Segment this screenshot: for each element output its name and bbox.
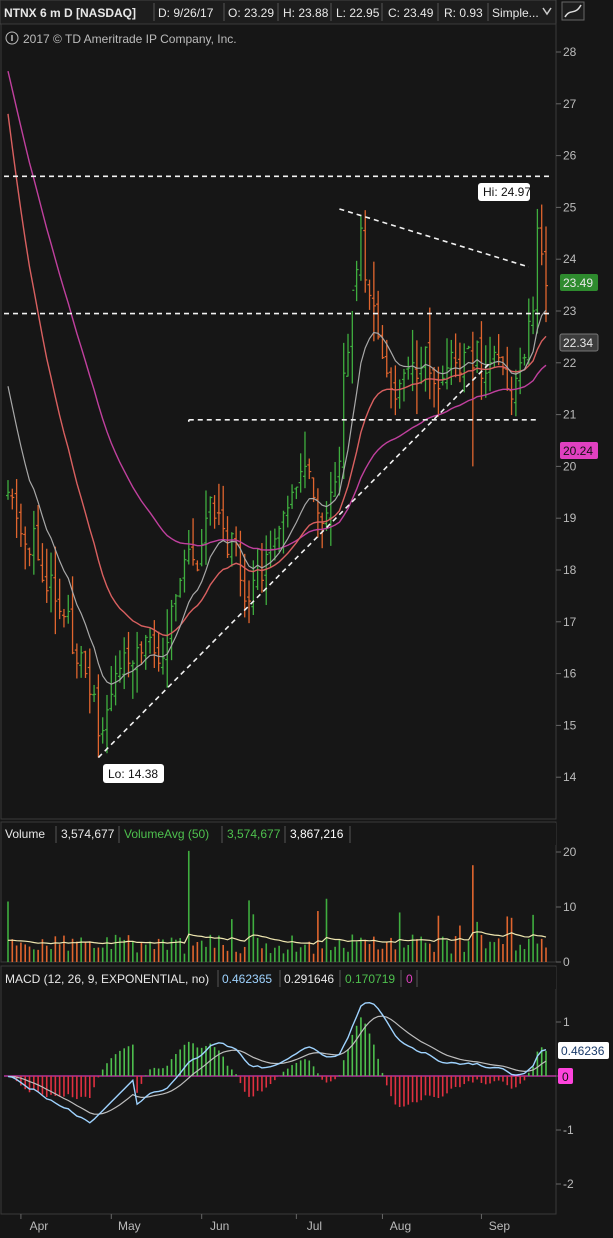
price-tick-label: 19	[563, 511, 577, 525]
low-label: L: 22.95	[336, 6, 380, 20]
last-price-badge: 23.49	[560, 274, 598, 291]
svg-text:Hi: 24.97: Hi: 24.97	[483, 185, 531, 199]
svg-text:22.34: 22.34	[563, 336, 593, 350]
month-label: Aug	[390, 1219, 411, 1233]
drawing-tools-icon[interactable]	[561, 1, 585, 21]
volume-tick-label: 10	[563, 900, 577, 914]
ma-fast-badge: 22.34	[559, 333, 599, 352]
svg-text:20.24: 20.24	[563, 444, 593, 458]
month-label: May	[118, 1219, 141, 1233]
price-tick-label: 22	[563, 356, 577, 370]
price-tick-label: 27	[563, 97, 577, 111]
macd-tick-label: 1	[563, 1015, 570, 1029]
open-label: O: 23.29	[228, 6, 274, 20]
date-label: D: 9/26/17	[158, 6, 214, 20]
stock-chart: NTNX 6 m D [NASDAQ] D: 9/26/17 O: 23.29 …	[0, 0, 613, 1238]
high-label: H: 23.88	[283, 6, 329, 20]
price-tick-label: 15	[563, 718, 577, 732]
ma-slow-badge: 20.24	[560, 442, 598, 459]
macd-value: 0.462365	[222, 972, 272, 986]
volume-avg-value: 3,574,677	[227, 827, 281, 841]
price-tick-label: 26	[563, 149, 577, 163]
svg-text:Lo: 14.38: Lo: 14.38	[108, 767, 158, 781]
price-tick-label: 17	[563, 615, 577, 629]
month-label: Sep	[489, 1219, 511, 1233]
volume-extra-value: 3,867,216	[290, 827, 344, 841]
svg-text:23.49: 23.49	[563, 276, 593, 290]
macd-title: MACD (12, 26, 9, EXPONENTIAL, no)	[5, 972, 209, 986]
macd-hist-value: 0.170719	[345, 972, 395, 986]
style-selector[interactable]: Simple...	[492, 6, 539, 20]
svg-text:0: 0	[562, 1070, 569, 1084]
price-tick-label: 18	[563, 563, 577, 577]
macd-signal-value: 0.291646	[284, 972, 334, 986]
volume-tick-label: 0	[563, 955, 570, 969]
macd-badge: 0.46236	[558, 1042, 609, 1059]
volume-tick-label: 20	[563, 845, 577, 859]
price-tick-label: 16	[563, 667, 577, 681]
macd-tick-label: -2	[563, 1177, 574, 1191]
price-tick-label: 25	[563, 200, 577, 214]
volume-avg-title: VolumeAvg (50)	[124, 827, 209, 841]
price-tick-label: 14	[563, 770, 577, 784]
macd-zero-badge: 0	[558, 1068, 573, 1084]
price-tick-label: 21	[563, 408, 577, 422]
month-label: Jun	[210, 1219, 229, 1233]
symbol-label[interactable]: NTNX 6 m D [NASDAQ]	[4, 6, 136, 20]
month-label: Apr	[30, 1219, 49, 1233]
lo-callout: Lo: 14.38	[103, 764, 164, 783]
price-tick-label: 24	[563, 252, 577, 266]
volume-title: Volume	[5, 827, 45, 841]
hi-callout: Hi: 24.97	[478, 183, 531, 201]
svg-text:0.46236: 0.46236	[561, 1044, 605, 1058]
macd-tick-label: -1	[563, 1123, 574, 1137]
copyright-text: 2017 © TD Ameritrade IP Company, Inc.	[23, 32, 237, 46]
month-label: Jul	[307, 1219, 322, 1233]
price-tick-label: 20	[563, 459, 577, 473]
volume-value: 3,574,677	[61, 827, 115, 841]
range-label: R: 0.93	[444, 6, 483, 20]
price-tick-label: 28	[563, 45, 577, 59]
price-tick-label: 23	[563, 304, 577, 318]
macd-zero-tag: 0	[406, 972, 413, 986]
close-label: C: 23.49	[388, 6, 434, 20]
